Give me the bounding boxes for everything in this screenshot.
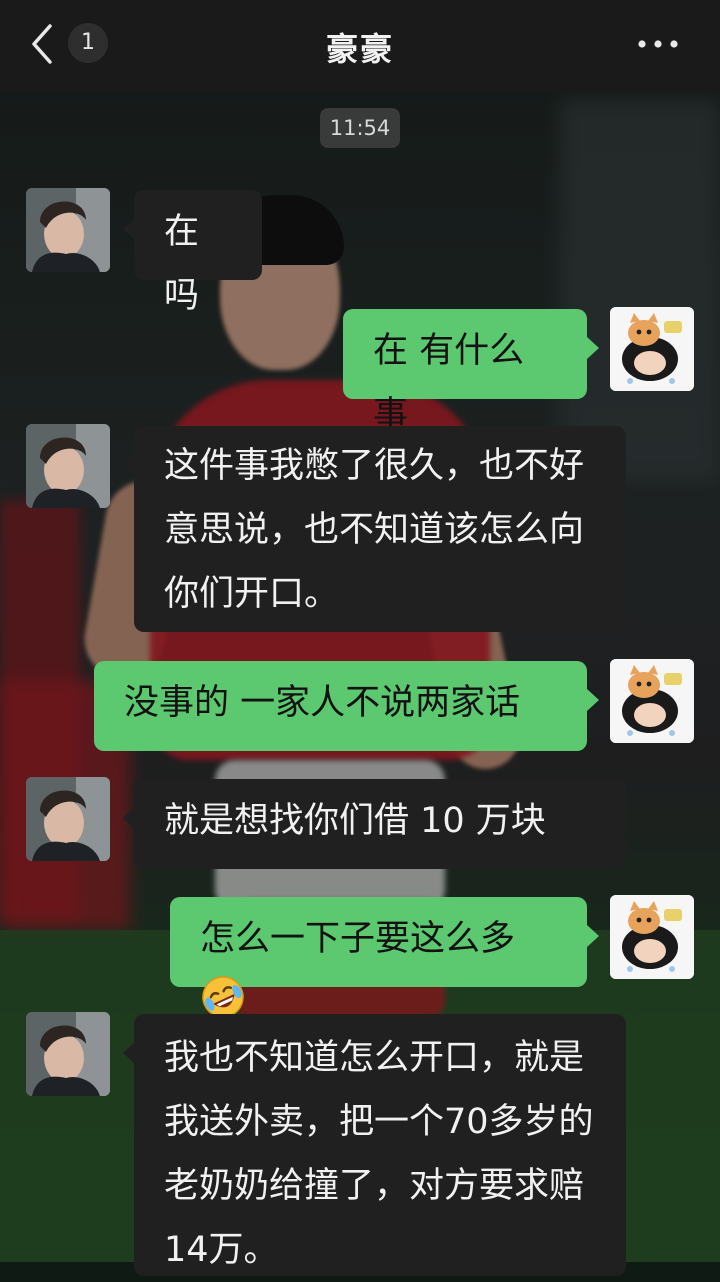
friend-avatar[interactable] (26, 1012, 110, 1096)
message-bubble[interactable]: 怎么一下子要这么多 (170, 897, 587, 1018)
message-bubble[interactable]: 我也不知道怎么开口，就是我送外卖，把一个70多岁的老奶奶给撞了，对方要求赔14万… (134, 1014, 626, 1276)
message-timestamp: 11:54 (320, 108, 400, 148)
chat-header: 1 豪豪 (0, 0, 720, 92)
message-bubble[interactable]: 在吗 (134, 190, 262, 316)
message-row: 在吗 (0, 188, 720, 316)
friend-avatar[interactable] (26, 188, 110, 272)
message-text: 这件事我憋了很久，也不好意思说，也不知道该怎么向你们开口。 (164, 446, 585, 614)
friend-avatar[interactable] (26, 777, 110, 861)
message-bubble[interactable]: 这件事我憋了很久，也不好意思说，也不知道该怎么向你们开口。 (134, 426, 626, 632)
my-avatar[interactable] (610, 895, 694, 979)
message-row: 在 有什么事 (0, 307, 720, 435)
more-button[interactable] (636, 32, 680, 56)
message-row: 这件事我憋了很久，也不好意思说，也不知道该怎么向你们开口。 (0, 424, 720, 634)
my-avatar[interactable] (610, 307, 694, 391)
message-row: 没事的 一家人不说两家话 (0, 659, 720, 754)
message-text: 我也不知道怎么开口，就是我送外卖，把一个70多岁的老奶奶给撞了，对方要求赔14万… (164, 1038, 594, 1270)
message-text: 怎么一下子要这么多 (200, 919, 516, 959)
message-bubble[interactable]: 没事的 一家人不说两家话 (94, 661, 587, 751)
message-row: 我也不知道怎么开口，就是我送外卖，把一个70多岁的老奶奶给撞了，对方要求赔14万… (0, 1012, 720, 1276)
message-text: 在吗 (164, 212, 200, 316)
message-row: 就是想找你们借 10 万块 (0, 777, 720, 872)
my-avatar[interactable] (610, 659, 694, 743)
message-text: 就是想找你们借 10 万块 (164, 801, 546, 841)
chat-title: 豪豪 (325, 30, 394, 68)
message-text: 没事的 一家人不说两家话 (124, 683, 521, 723)
message-row: 怎么一下子要这么多 (0, 895, 720, 1018)
message-bubble[interactable]: 在 有什么事 (343, 309, 587, 435)
friend-avatar[interactable] (26, 424, 110, 508)
more-dots-icon (638, 40, 678, 48)
message-bubble[interactable]: 就是想找你们借 10 万块 (134, 779, 626, 869)
